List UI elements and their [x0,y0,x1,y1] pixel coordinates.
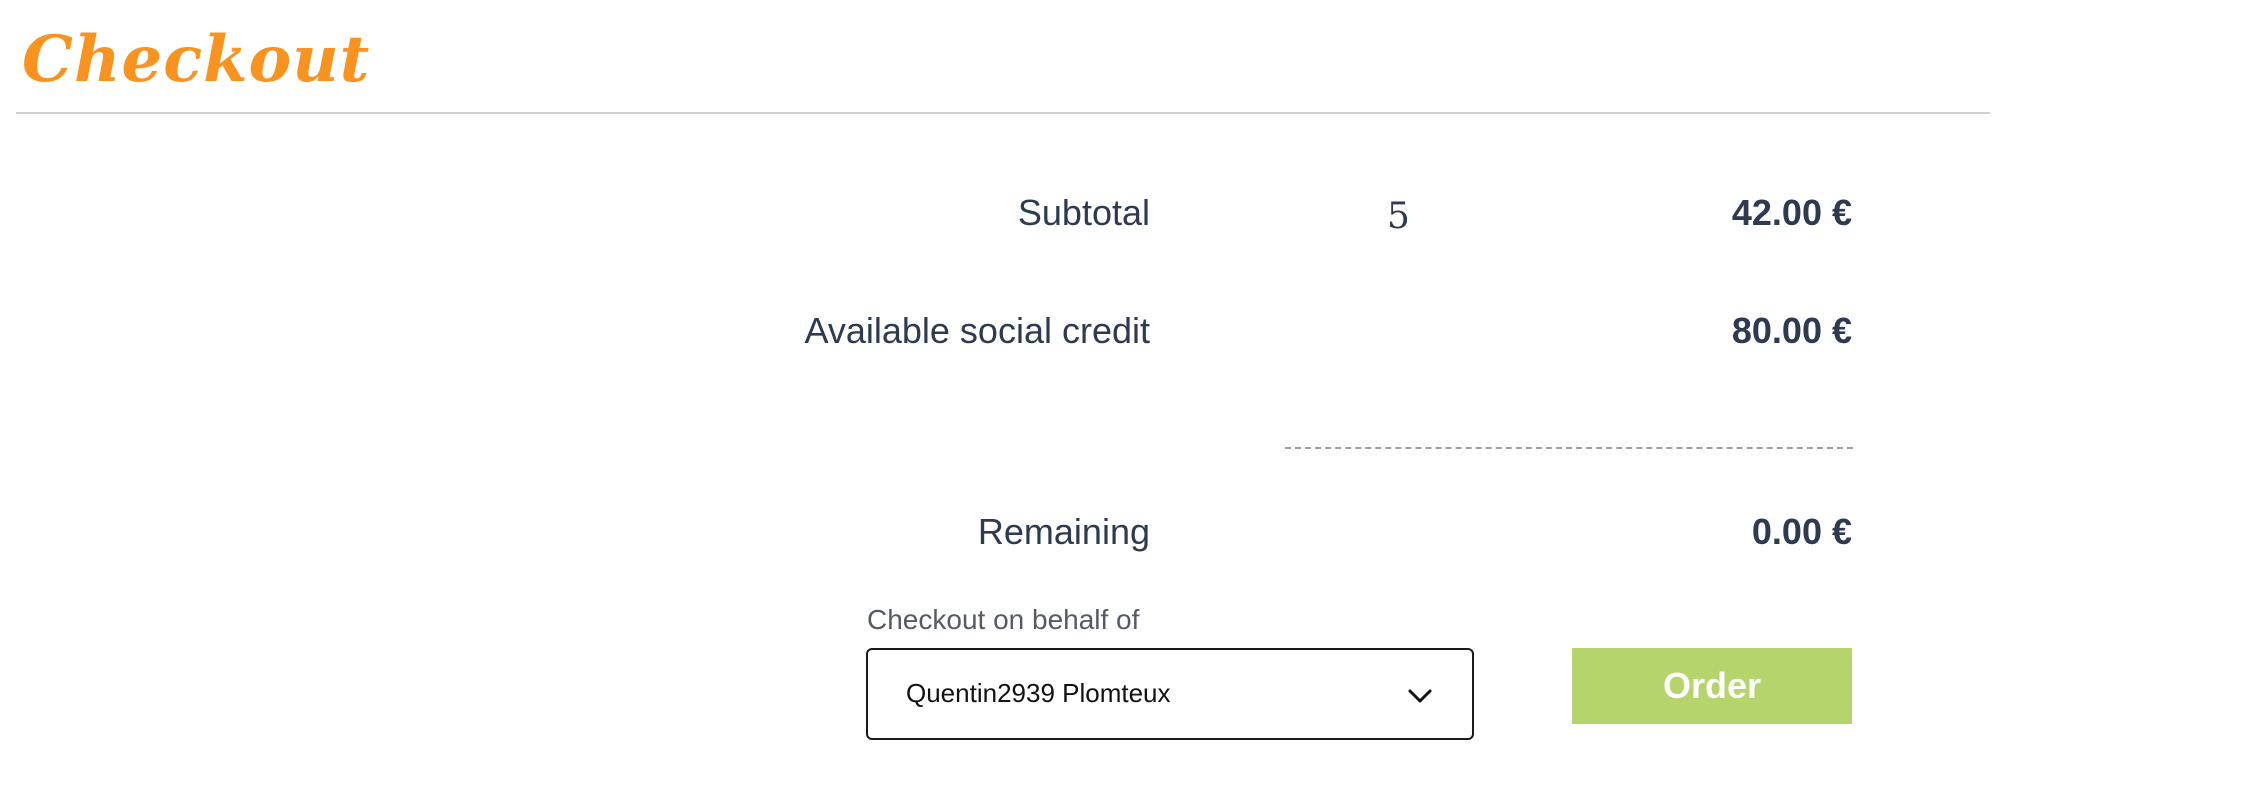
page-title: Checkout [22,22,371,97]
behalf-label: Checkout on behalf of [867,604,1140,635]
totals-divider [1285,447,1853,449]
social-credit-value: 80.00 € [1731,310,1852,351]
subtotal-quantity: 5 [1387,196,1410,237]
remaining-label: Remaining [977,511,1150,552]
behalf-select[interactable]: Quentin2939 Plomteux [866,648,1474,740]
checkout-page: Checkout Subtotal 5 42.00 € Available so… [0,0,2252,810]
remaining-value: 0.00 € [1751,511,1852,552]
behalf-select-value: Quentin2939 Plomteux [906,678,1171,708]
subtotal-value: 42.00 € [1731,192,1852,233]
chevron-down-icon [1408,689,1432,703]
subtotal-label: Subtotal [1017,192,1150,233]
title-divider [16,112,1990,114]
social-credit-label: Available social credit [804,310,1150,351]
order-button[interactable]: Order [1572,648,1852,724]
